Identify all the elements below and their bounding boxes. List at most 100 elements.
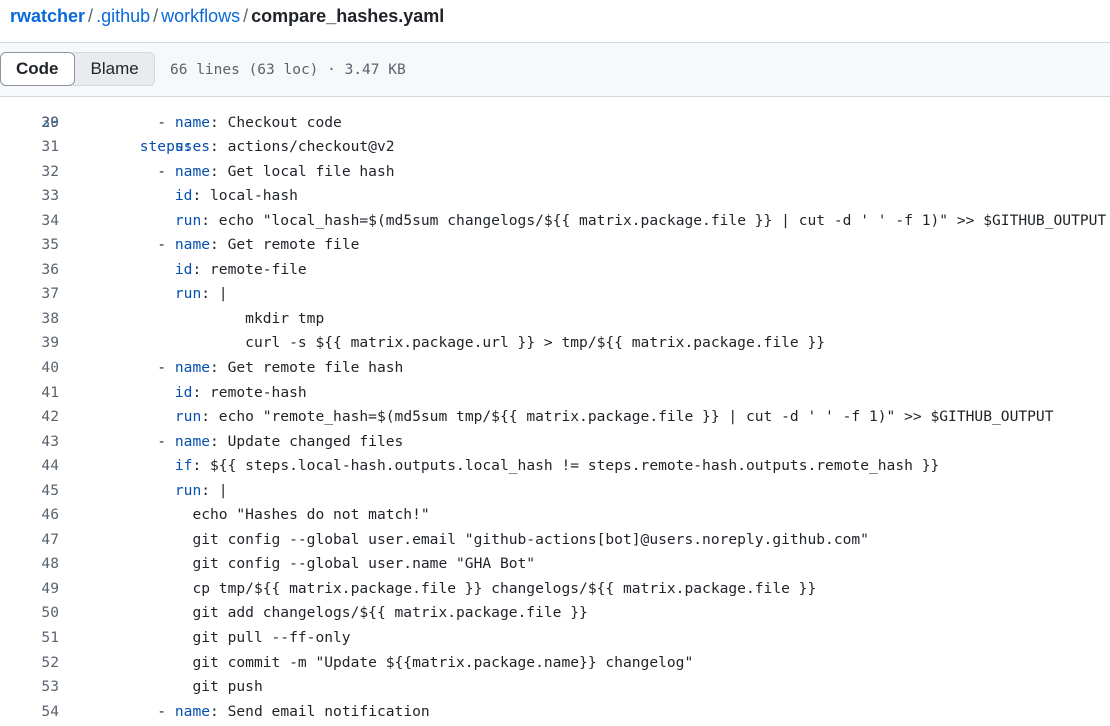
yaml-value: curl -s ${{ matrix.package.url }} > tmp/… — [245, 334, 826, 352]
yaml-value: echo "Hashes do not match!" — [192, 506, 430, 524]
line-number[interactable]: 48 — [0, 552, 59, 577]
code-line: 46 echo "Hashes do not match!" — [0, 503, 1110, 528]
yaml-value: : ${{ steps.local-hash.outputs.local_has… — [192, 457, 940, 475]
code-line: 33 id: local-hash — [0, 184, 1110, 209]
file-info: 66 lines (63 loc) · 3.47 KB — [170, 62, 406, 78]
line-number[interactable]: 45 — [0, 479, 59, 504]
line-number[interactable]: 38 — [0, 307, 59, 332]
yaml-value: : echo "local_hash=$(md5sum changelogs/$… — [201, 211, 1107, 229]
line-code: git commit -m "Update ${{matrix.package.… — [87, 651, 693, 676]
code-line: 35 - name: Get remote file — [0, 233, 1110, 258]
yaml-key: name — [174, 113, 211, 131]
line-number[interactable]: 42 — [0, 405, 59, 430]
line-code: id: local-hash — [87, 184, 298, 209]
yaml-key: name — [174, 432, 211, 450]
line-number[interactable]: 35 — [0, 233, 59, 258]
line-number[interactable]: 51 — [0, 626, 59, 651]
code-line: 42 run: echo "remote_hash=$(md5sum tmp/$… — [0, 405, 1110, 430]
yaml-value: git add changelogs/${{ matrix.package.fi… — [192, 604, 588, 622]
code-line: 51 git pull --ff-only — [0, 626, 1110, 651]
line-code: if: ${{ steps.local-hash.outputs.local_h… — [87, 454, 939, 479]
breadcrumb-workflows-link[interactable]: workflows — [161, 6, 240, 26]
line-number[interactable]: 39 — [0, 331, 59, 356]
code-line: 49 cp tmp/${{ matrix.package.file }} cha… — [0, 577, 1110, 602]
line-code: cp tmp/${{ matrix.package.file }} change… — [87, 577, 816, 602]
list-dash: - — [157, 113, 175, 131]
line-code: run: | — [87, 282, 228, 307]
line-code: mkdir tmp — [87, 307, 324, 332]
code-line: 48 git config --global user.name "GHA Bo… — [0, 552, 1110, 577]
line-number[interactable]: 30 — [0, 111, 59, 136]
line-code: id: remote-file — [87, 258, 307, 283]
yaml-value: : Update changed files — [210, 432, 404, 450]
line-number[interactable]: 44 — [0, 454, 59, 479]
line-code: git config --global user.name "GHA Bot" — [87, 552, 535, 577]
code-viewer[interactable]: 29 steps: 30 - name: Checkout code 31 use… — [0, 98, 1110, 726]
line-number[interactable]: 47 — [0, 528, 59, 553]
line-number[interactable]: 53 — [0, 675, 59, 700]
line-code: git add changelogs/${{ matrix.package.fi… — [87, 601, 588, 626]
yaml-value: : Get local file hash — [210, 162, 395, 180]
yaml-value: : Checkout code — [210, 113, 342, 131]
blame-view-button[interactable]: Blame — [72, 52, 155, 86]
line-number[interactable]: 52 — [0, 651, 59, 676]
list-dash: - — [157, 162, 175, 180]
line-number[interactable]: 41 — [0, 381, 59, 406]
line-number[interactable]: 43 — [0, 430, 59, 455]
yaml-value: : remote-file — [192, 260, 307, 278]
breadcrumb: rwatcher / .github / workflows / compare_hashe… — [10, 4, 444, 28]
yaml-key: id — [174, 383, 193, 401]
yaml-key: id — [174, 260, 193, 278]
file-toolbar: Code Blame 66 lines (63 loc) · 3.47 KB — [0, 42, 1110, 97]
line-number[interactable]: 31 — [0, 135, 59, 160]
yaml-key: name — [174, 236, 211, 254]
breadcrumb-separator: / — [243, 6, 249, 26]
line-number[interactable]: 46 — [0, 503, 59, 528]
line-number[interactable]: 36 — [0, 258, 59, 283]
yaml-value: git config --global user.email "github-a… — [192, 530, 869, 548]
yaml-key: run — [174, 211, 202, 229]
line-number[interactable]: 32 — [0, 160, 59, 185]
line-number[interactable]: 49 — [0, 577, 59, 602]
breadcrumb-repo-link[interactable]: rwatcher — [10, 6, 85, 26]
line-number[interactable]: 40 — [0, 356, 59, 381]
yaml-value: : remote-hash — [192, 383, 307, 401]
code-line: 41 id: remote-hash — [0, 381, 1110, 406]
line-code: - name: Checkout code — [87, 111, 342, 136]
yaml-key: run — [174, 285, 202, 303]
list-dash: - — [157, 236, 175, 254]
breadcrumb-separator: / — [88, 6, 94, 26]
line-code: run: echo "local_hash=$(md5sum changelog… — [87, 209, 1106, 234]
code-view-button[interactable]: Code — [0, 52, 75, 86]
breadcrumb-github-link[interactable]: .github — [96, 6, 150, 26]
line-code: run: | — [87, 479, 228, 504]
yaml-key: if — [174, 457, 193, 475]
yaml-value: : Get remote file hash — [210, 359, 404, 377]
code-line: 54 - name: Send email notification — [0, 700, 1110, 725]
line-number[interactable]: 34 — [0, 209, 59, 234]
line-number[interactable]: 54 — [0, 700, 59, 725]
yaml-key: run — [174, 408, 202, 426]
line-number[interactable]: 37 — [0, 282, 59, 307]
line-number[interactable]: 50 — [0, 601, 59, 626]
list-dash: - — [157, 359, 175, 377]
line-code: - name: Get remote file hash — [87, 356, 403, 381]
code-line: 39 curl -s ${{ matrix.package.url }} > t… — [0, 331, 1110, 356]
code-line: 52 git commit -m "Update ${{matrix.packa… — [0, 651, 1110, 676]
line-number[interactable]: 33 — [0, 184, 59, 209]
